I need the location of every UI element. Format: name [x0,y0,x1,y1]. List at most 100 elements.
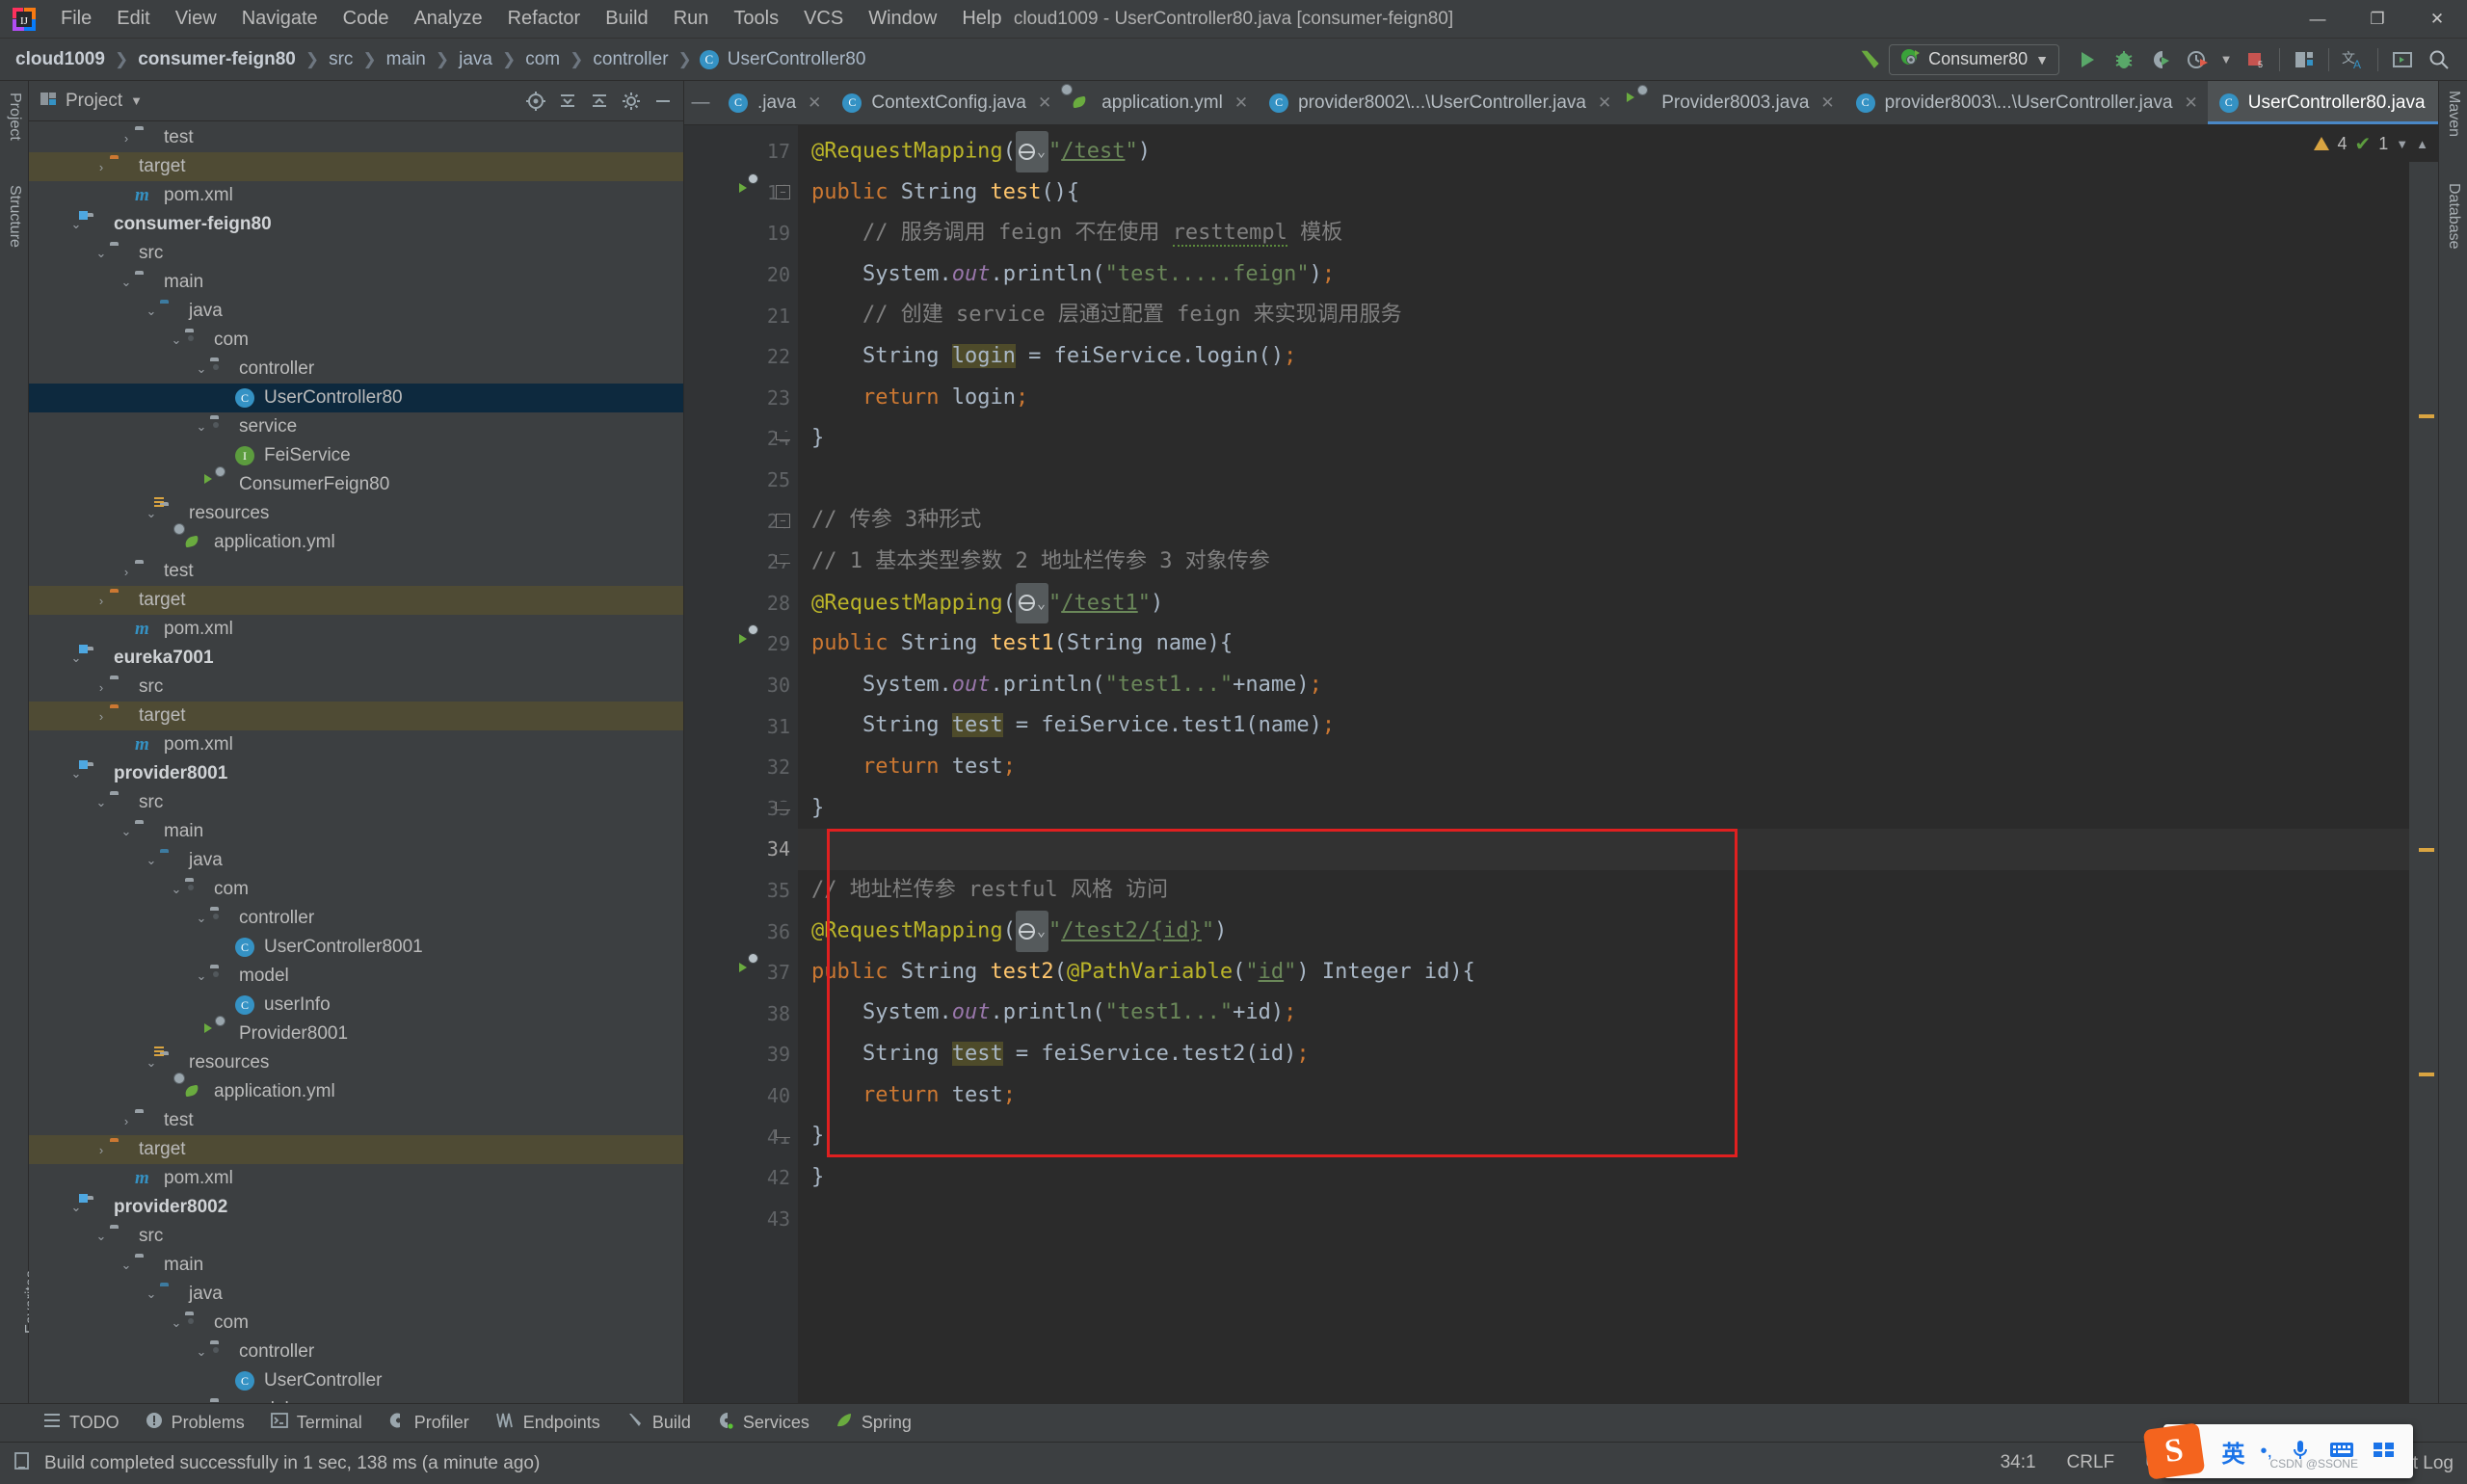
code-line-36[interactable]: @RequestMapping(⌄ "/test2/{id}") [798,911,2409,952]
expand-all-icon[interactable] [553,87,582,116]
editor-tab-provider8002-usercontroller-java[interactable]: Cprovider8002\...\UserController.java ✕ [1258,81,1621,124]
close-button[interactable]: ✕ [2407,0,2467,39]
tree-expand-arrow[interactable]: ⌄ [118,275,135,290]
tree-node-application-yml[interactable]: application.yml [29,528,683,557]
menu-item-vcs[interactable]: VCS [791,4,856,34]
code-line-24[interactable]: } [798,418,2409,460]
code-line-20[interactable]: System.out.println("test.....feign"); [798,254,2409,296]
project-tree[interactable]: › test › target m pom.xml ⌄ consumer-feign80 ⌄ sr… [29,121,683,1403]
menu-item-view[interactable]: View [163,4,229,34]
fold-end-icon[interactable] [776,1129,790,1139]
editor-gutter[interactable]: 17 18− 19 20 21 22 23 24 25 26−27 28 29 30 31 32 33 34 35… [684,125,798,1403]
gutter-line-27[interactable]: 27 [684,542,798,583]
tree-expand-arrow[interactable]: ⌄ [118,824,135,839]
tree-expand-arrow[interactable]: ⌄ [93,795,110,810]
code-line-31[interactable]: String test = feiService.test1(name); [798,705,2409,747]
tree-node-target[interactable]: › target [29,1135,683,1164]
inspection-widget[interactable]: 4 ✔ 1 ▼ ▲ [2304,125,2438,162]
tree-expand-arrow[interactable]: ⌄ [193,911,210,926]
tree-node-test[interactable]: › test [29,123,683,152]
tree-expand-arrow[interactable]: › [93,160,110,174]
caret-position[interactable]: 34:1 [2001,1452,2036,1473]
tree-expand-arrow[interactable]: › [118,1114,135,1128]
breadcrumb-java[interactable]: java [457,49,494,70]
tool-window-button-build[interactable]: Build [625,1411,691,1435]
code-line-18[interactable]: public String test(){ [798,172,2409,214]
menu-item-tools[interactable]: Tools [721,4,791,34]
line-separator[interactable]: CRLF [2067,1452,2115,1473]
tree-expand-arrow[interactable]: › [93,1143,110,1157]
tree-expand-arrow[interactable]: › [118,565,135,579]
editor-tab-contextconfig-java[interactable]: C ContextConfig.java ✕ [831,81,1061,124]
tree-node-consumerfeign80[interactable]: ConsumerFeign80 [29,470,683,499]
tree-node-java[interactable]: ⌄ java [29,1280,683,1309]
ime-toolbar[interactable]: S 英 •, CSDN @SSONE [2143,1422,2413,1480]
editor-tab--java[interactable]: C .java ✕ [717,81,831,124]
build-project-icon[interactable] [1852,42,1889,77]
code-line-33[interactable]: } [798,788,2409,830]
gutter-line-32[interactable]: 32 [684,747,798,788]
tree-expand-arrow[interactable]: ⌄ [193,361,210,377]
code-line-37[interactable]: public String test2(@PathVariable("id") … [798,952,2409,994]
chevron-down-icon[interactable]: ▼ [130,93,143,108]
tree-node-provider8001[interactable]: Provider8001 [29,1020,683,1048]
code-line-35[interactable]: // 地址栏传参 restful 风格 访问 [798,870,2409,912]
stop-icon[interactable]: 5 [2237,42,2273,77]
sogou-logo-icon[interactable]: S [2143,1422,2206,1480]
tree-expand-arrow[interactable]: › [118,131,135,146]
tree-expand-arrow[interactable]: ⌄ [93,246,110,261]
tree-expand-arrow[interactable]: ⌄ [168,1315,185,1331]
tree-node-resources[interactable]: ⌄ resources [29,1048,683,1077]
tree-expand-arrow[interactable]: › [93,680,110,695]
tree-node-pom-xml[interactable]: m pom.xml [29,1164,683,1193]
gutter-line-23[interactable]: 23 [684,378,798,419]
code-line-19[interactable]: // 服务调用 feign 不在使用 resttempl 模板 [798,213,2409,254]
tree-node-com[interactable]: ⌄ com [29,875,683,904]
breadcrumb-main[interactable]: main [385,49,428,70]
gutter-line-19[interactable]: 19 [684,213,798,254]
tool-window-button-todo[interactable]: TODO [42,1411,119,1435]
gutter-line-38[interactable]: 38 [684,993,798,1034]
tree-node-main[interactable]: ⌄ main [29,268,683,297]
tree-node-usercontroller[interactable]: C UserController [29,1366,683,1395]
search-everywhere-icon[interactable] [2421,42,2457,77]
breadcrumb-com[interactable]: com [523,49,562,70]
gutter-line-17[interactable]: 17 [684,131,798,172]
tool-window-button-terminal[interactable]: Terminal [270,1411,362,1435]
tree-node-target[interactable]: › target [29,586,683,615]
close-icon[interactable]: ✕ [1820,93,1834,113]
run-gutter-icon[interactable] [744,634,763,653]
tree-node-eureka7001[interactable]: ⌄ eureka7001 [29,644,683,673]
stripe-marker[interactable] [2419,414,2434,418]
run-gutter-icon[interactable] [744,183,763,202]
tree-node-pom-xml[interactable]: m pom.xml [29,181,683,210]
fold-collapse-icon[interactable]: − [776,514,790,529]
code-line-17[interactable]: @RequestMapping(⌄ "/test") [798,131,2409,172]
menu-item-refactor[interactable]: Refactor [495,4,594,34]
tree-node-usercontroller80[interactable]: C UserController80 [29,384,683,412]
tree-expand-arrow[interactable]: ⌄ [143,853,160,868]
fold-collapse-icon[interactable]: − [776,185,790,200]
close-icon[interactable]: ✕ [808,93,821,113]
settings-gear-icon[interactable] [617,87,646,116]
tool-window-database[interactable]: Database [2445,183,2462,250]
code-line-39[interactable]: String test = feiService.test2(id); [798,1034,2409,1075]
tree-node-pom-xml[interactable]: m pom.xml [29,615,683,644]
code-content[interactable]: @RequestMapping(⌄ "/test") public String t… [798,125,2409,1403]
tree-node-com[interactable]: ⌄ com [29,1309,683,1338]
editor-tab-provider8003-java[interactable]: Provider8003.java ✕ [1621,81,1844,124]
chevron-down-icon[interactable]: ▼ [2396,137,2408,151]
gutter-line-26[interactable]: 26− [684,500,798,542]
gutter-line-36[interactable]: 36 [684,911,798,952]
tree-node-src[interactable]: ⌄ src [29,1222,683,1251]
tree-node-src[interactable]: ⌄ src [29,239,683,268]
stripe-marker[interactable] [2419,1073,2434,1076]
close-icon[interactable]: ✕ [1038,93,1051,113]
hide-panel-icon[interactable] [649,87,677,116]
tree-expand-arrow[interactable]: ⌄ [168,882,185,897]
tree-node-com[interactable]: ⌄ com [29,326,683,355]
tree-expand-arrow[interactable]: ⌄ [168,332,185,348]
tool-window-bar-bottom[interactable]: TODO Problems Terminal Profiler Endpoints Bui… [0,1403,2467,1442]
tree-node-pom-xml[interactable]: m pom.xml [29,730,683,759]
breadcrumb-project[interactable]: cloud1009 [13,49,107,70]
